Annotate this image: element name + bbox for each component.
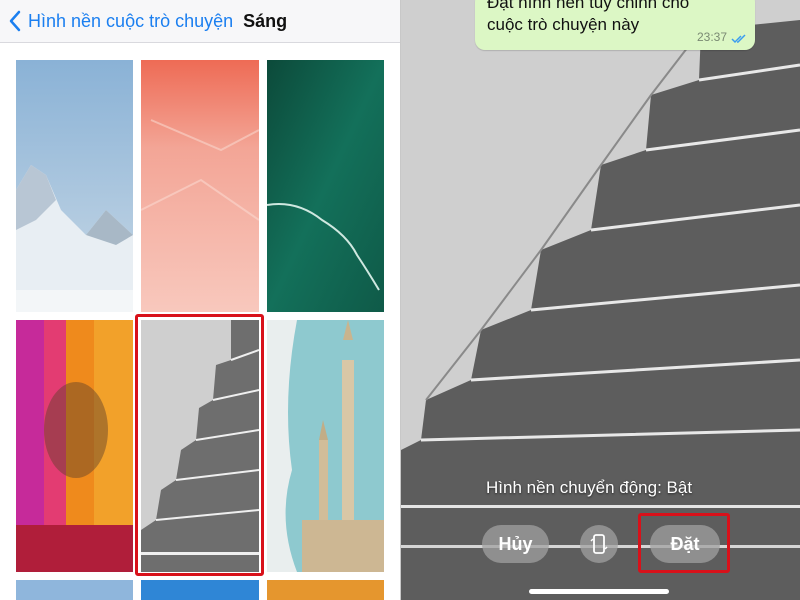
chevron-left-icon — [9, 10, 21, 32]
wallpaper-coral-pink[interactable] — [141, 60, 259, 312]
set-wallpaper-button[interactable]: Đặt — [650, 525, 720, 563]
wallpaper-preview-panel: Đặt hình nền tùy chỉnh cho cuộc trò chuy… — [401, 0, 800, 600]
home-indicator — [529, 589, 669, 594]
wallpaper-stepped-pyramid[interactable] — [141, 320, 259, 572]
wallpaper-next-1[interactable] — [16, 580, 133, 600]
message-text: Đặt hình nền tùy chỉnh cho cuộc trò chuy… — [487, 0, 690, 34]
wallpaper-next-2[interactable] — [141, 580, 259, 600]
wallpaper-next-3[interactable] — [267, 580, 384, 600]
wallpaper-colorful-fabrics[interactable] — [16, 320, 133, 572]
wallpaper-snowy-mountain[interactable] — [16, 60, 133, 312]
wallpaper-teal-ocean[interactable] — [267, 60, 384, 312]
back-button[interactable]: Hình nền cuộc trò chuyện — [8, 10, 233, 32]
device-preview-button[interactable] — [580, 525, 618, 563]
cancel-button[interactable]: Hủy — [482, 525, 549, 563]
message-time: 23:37 — [696, 30, 727, 44]
wallpaper-grid — [0, 43, 400, 600]
motion-wallpaper-label: Hình nền chuyển động: Bật — [486, 478, 693, 497]
pyramid-wallpaper-preview — [401, 0, 800, 600]
navigation-bar: Hình nền cuộc trò chuyện Sáng — [0, 0, 400, 43]
page-title: Sáng — [243, 10, 288, 31]
message-bubble: Đặt hình nền tùy chỉnh cho cuộc trò chuy… — [475, 0, 755, 50]
wallpaper-minaret-mosque[interactable] — [267, 320, 384, 572]
wallpaper-picker-panel: Hình nền cuộc trò chuyện Sáng — [0, 0, 400, 600]
back-label: Hình nền cuộc trò chuyện — [28, 10, 234, 31]
phone-rotate-icon — [590, 534, 608, 554]
double-check-icon — [731, 34, 746, 44]
